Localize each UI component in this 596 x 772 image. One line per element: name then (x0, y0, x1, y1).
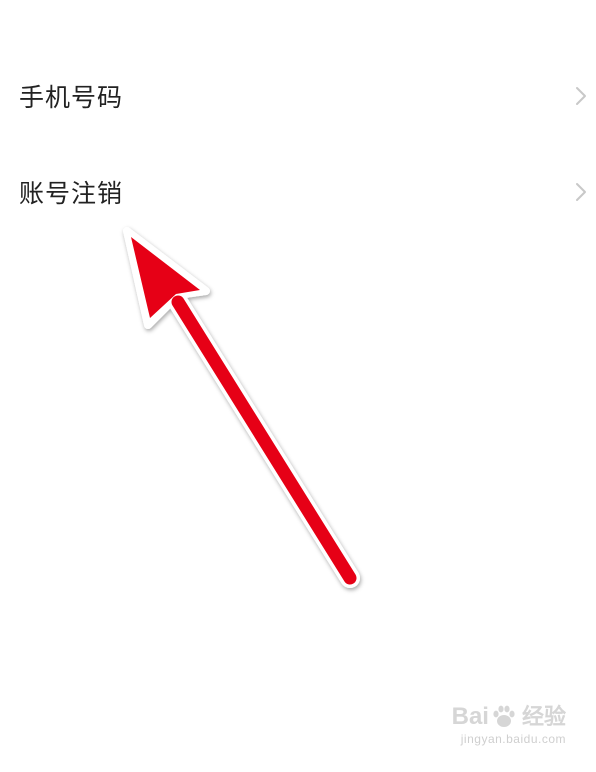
watermark-url: jingyan.baidu.com (460, 732, 566, 746)
watermark-logo-suffix: 经验 (521, 704, 566, 729)
settings-item-account-cancellation[interactable]: 账号注销 (0, 144, 596, 240)
chevron-right-icon (576, 183, 586, 201)
settings-item-label: 账号注销 (19, 179, 124, 208)
settings-list: 手机号码 账号注销 (0, 48, 596, 240)
settings-item-phone-number[interactable]: 手机号码 (0, 48, 596, 144)
chevron-right-icon (576, 87, 586, 105)
watermark-logo: Bai 经验 (452, 704, 566, 730)
settings-screen: 手机号码 账号注销 Bai 经验 jingyan.baidu.com (0, 0, 596, 772)
settings-item-label: 手机号码 (19, 83, 124, 112)
watermark-logo-prefix: Bai (451, 703, 489, 730)
baidu-jingyan-watermark: Bai 经验 jingyan.baidu.com (452, 704, 566, 747)
paw-icon (493, 705, 515, 727)
